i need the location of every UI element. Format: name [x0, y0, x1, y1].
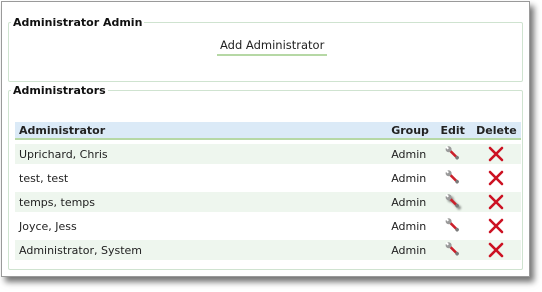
column-header-administrator[interactable]: Administrator — [15, 122, 388, 140]
section-title-administrators: Administrators — [13, 84, 106, 97]
admin-group-cell: Admin — [391, 219, 427, 233]
add-administrator-button[interactable]: Add Administrator — [217, 38, 328, 56]
column-header-edit: Edit — [433, 122, 472, 140]
admin-window: Administrator Admin Add Administrator Ad… — [1, 1, 530, 277]
admin-name-cell: temps, temps — [15, 192, 388, 212]
admin-group-cell: Admin — [387, 240, 434, 260]
wrench-icon[interactable] — [443, 217, 463, 235]
delete-x-icon[interactable] — [486, 217, 506, 235]
table-row: Administrator, System Admin — [15, 240, 521, 260]
admin-name-cell: Administrator, System — [15, 240, 388, 260]
delete-x-icon[interactable] — [486, 193, 506, 211]
table-row: Uprichard, Chris Admin — [15, 144, 521, 164]
admin-group-cell: Admin — [387, 192, 434, 212]
admin-group-cell: Admin — [387, 144, 434, 164]
table-header-row: Administrator Group Edit Delete — [15, 122, 521, 140]
admin-name-cell: test, test — [19, 171, 69, 185]
wrench-icon[interactable] — [443, 169, 463, 187]
admin-name-cell: Uprichard, Chris — [15, 144, 388, 164]
delete-x-icon[interactable] — [486, 241, 506, 259]
wrench-icon[interactable] — [443, 241, 463, 259]
wrench-icon[interactable] — [443, 193, 463, 211]
admin-group-cell: Admin — [391, 171, 427, 185]
table-row: temps, temps Admin — [15, 192, 521, 212]
table-row: Joyce, Jess Admin — [15, 216, 521, 236]
administrator-admin-section: Administrator Admin Add Administrator — [8, 16, 523, 82]
wrench-icon[interactable] — [443, 145, 463, 163]
delete-x-icon[interactable] — [486, 145, 506, 163]
table-row: test, test Admin — [15, 168, 521, 188]
delete-x-icon[interactable] — [486, 169, 506, 187]
administrators-table: Administrator Group Edit Delete Uprichar… — [15, 118, 521, 264]
admin-name-cell: Joyce, Jess — [19, 219, 77, 233]
administrators-section: Administrators Administrator Group Edit … — [8, 84, 523, 270]
section-title-admin: Administrator Admin — [13, 16, 143, 29]
column-header-group[interactable]: Group — [387, 122, 434, 140]
column-header-delete: Delete — [471, 122, 521, 140]
